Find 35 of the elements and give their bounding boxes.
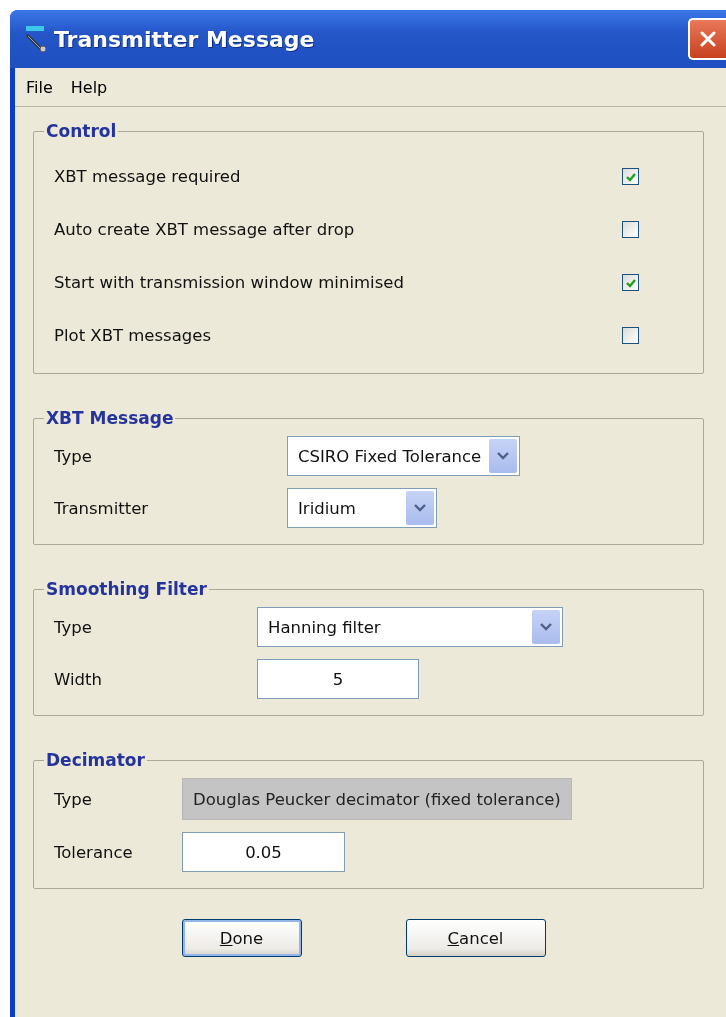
- group-title: XBT Message: [45, 408, 175, 428]
- input-field[interactable]: 0.05: [182, 832, 345, 872]
- group-title: Control: [45, 121, 118, 141]
- option-label: Plot XBT messages: [54, 326, 212, 345]
- dropdown[interactable]: CSIRO Fixed Tolerance: [287, 436, 521, 476]
- dialog-button[interactable]: Done: [181, 919, 302, 957]
- option-label: Auto create XBT message after drop: [54, 220, 355, 239]
- dropdown[interactable]: Iridium: [287, 488, 437, 528]
- option-label: XBT message required: [54, 167, 241, 186]
- read-only-field: Douglas Peucker decimator (fixed tolerance): [182, 778, 572, 820]
- group-title: Smoothing Filter: [45, 579, 208, 599]
- close-button[interactable]: [688, 18, 726, 60]
- probe-icon: [24, 25, 46, 53]
- checkbox[interactable]: [622, 274, 639, 291]
- field-label: Width: [54, 669, 103, 689]
- menu-item[interactable]: Help: [61, 77, 117, 97]
- window-title: Transmitter Message: [54, 26, 316, 52]
- field-label: Type: [54, 446, 93, 466]
- field-label: Transmitter: [54, 498, 150, 518]
- chevron-down-icon: [497, 452, 510, 460]
- input-field[interactable]: 5: [257, 659, 419, 699]
- group-title: Decimator: [45, 750, 146, 770]
- dropdown[interactable]: Hanning filter: [257, 607, 563, 647]
- close-icon: [699, 30, 717, 48]
- field-label: Type: [54, 617, 93, 637]
- dialog-button[interactable]: Cancel: [405, 919, 546, 957]
- checkbox[interactable]: [622, 168, 639, 185]
- checkbox[interactable]: [622, 327, 639, 344]
- field-label: Tolerance: [54, 842, 134, 862]
- checkbox[interactable]: [622, 221, 639, 238]
- chevron-down-icon: [540, 623, 552, 631]
- menu-item[interactable]: File: [17, 77, 62, 97]
- field-label: Type: [54, 789, 93, 809]
- chevron-down-icon: [414, 504, 426, 512]
- option-label: Start with transmission window minimised: [54, 273, 404, 292]
